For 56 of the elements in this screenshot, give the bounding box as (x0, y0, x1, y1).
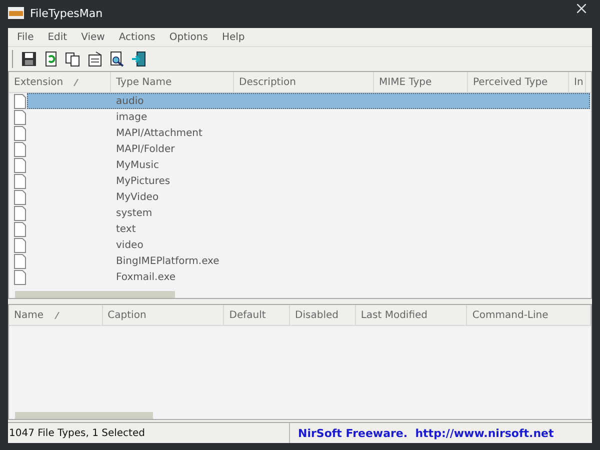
credit-link[interactable]: NirSoft Freeware. http://www.nirsoft.net (298, 426, 554, 440)
table-cell[interactable]: audio (9, 96, 144, 106)
table-cell[interactable]: MyPictures (9, 176, 170, 186)
menu-item[interactable]: Help (214, 32, 252, 42)
exit-icon[interactable] (131, 51, 147, 67)
menu-item[interactable]: Actions (112, 32, 162, 42)
table-cell[interactable]: MAPI/Folder (9, 144, 175, 154)
sort-icon (54, 312, 60, 318)
menu-item[interactable]: View (74, 32, 112, 42)
menu-item[interactable]: Options (162, 32, 215, 42)
column-header[interactable]: Extension (9, 72, 111, 92)
table-cell[interactable]: text (9, 224, 136, 234)
column-header[interactable]: Disabled (290, 305, 356, 325)
sort-icon (73, 78, 80, 86)
file-icon (14, 254, 26, 269)
copy-icon[interactable] (65, 51, 81, 67)
table-cell[interactable]: MyVideo (9, 192, 159, 202)
column-header[interactable]: Default (224, 305, 290, 325)
file-icon (14, 110, 26, 125)
file-icon (14, 222, 26, 237)
table-cell[interactable]: system (9, 208, 152, 218)
column-header[interactable]: Description (234, 72, 374, 92)
table-cell[interactable]: BingIMEPlatform.exe (9, 256, 220, 266)
column-header[interactable]: Type Name (111, 72, 234, 92)
scrollbar-thumb[interactable] (15, 412, 153, 419)
scrollbar-thumb[interactable] (15, 291, 175, 298)
save-icon[interactable] (21, 51, 37, 67)
column-header[interactable]: Perceived Type (468, 72, 569, 92)
table-cell[interactable]: video (9, 240, 144, 250)
table-cell[interactable]: Foxmail.exe (9, 272, 176, 282)
properties-icon[interactable] (87, 51, 103, 67)
table-cell[interactable]: image (9, 112, 148, 122)
table-cell[interactable]: MyMusic (9, 160, 159, 170)
search-icon[interactable] (109, 51, 125, 67)
file-icon (14, 270, 26, 285)
column-header[interactable]: Caption (102, 305, 224, 325)
refresh-icon[interactable] (43, 51, 59, 67)
column-header[interactable]: Last Modified (356, 305, 468, 325)
file-icon (14, 126, 26, 141)
table-cell[interactable]: MAPI/Attachment (9, 128, 202, 138)
file-icon (14, 206, 26, 221)
file-icon (14, 174, 26, 189)
close-icon[interactable] (577, 4, 586, 13)
column-header[interactable]: Command-Line (467, 305, 591, 325)
column-header[interactable]: In (569, 72, 586, 92)
menu-item[interactable]: File (10, 32, 41, 42)
column-header[interactable]: MIME Type (374, 72, 468, 92)
file-icon (14, 190, 26, 205)
status-text: 1047 File Types, 1 Selected (9, 428, 145, 438)
file-icon (14, 142, 26, 157)
app-icon (8, 7, 24, 19)
file-icon (14, 158, 26, 173)
file-icon (14, 238, 26, 253)
menu-item[interactable]: Edit (40, 32, 74, 42)
column-header[interactable]: Name (9, 305, 103, 325)
window-title: FileTypesMan (30, 6, 103, 20)
